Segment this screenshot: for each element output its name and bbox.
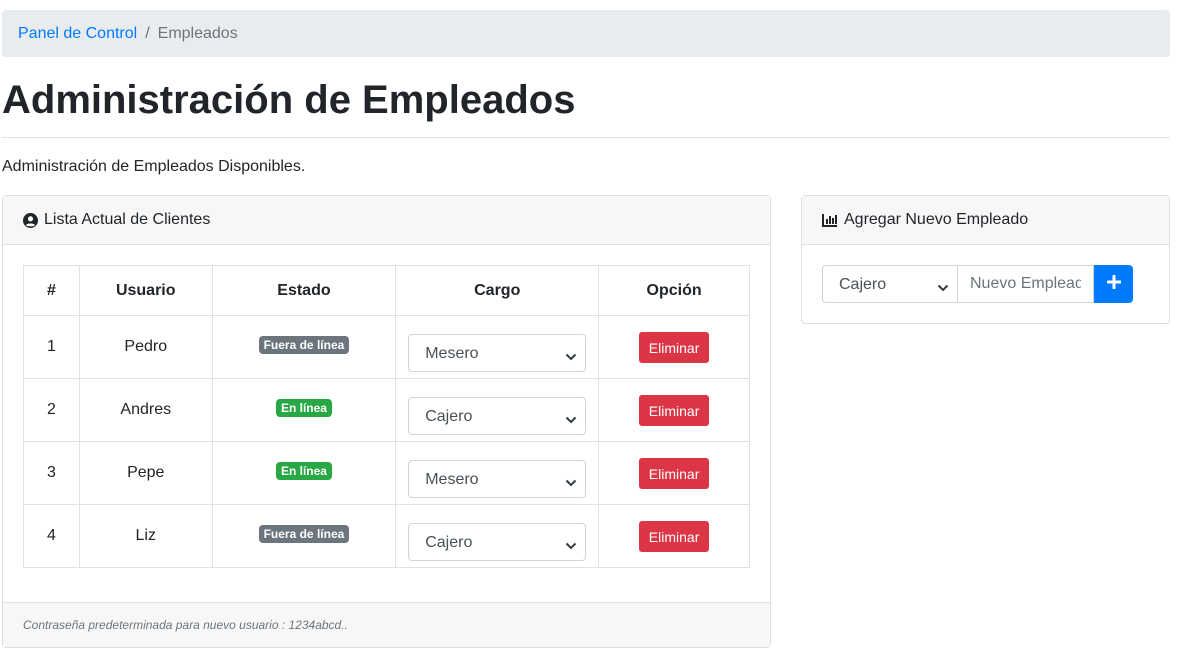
status-badge: Fuera de línea [258,525,350,543]
add-employee-card-header: Agregar Nuevo Empleado [802,196,1169,245]
page-subtitle: Administración de Empleados Disponibles. [2,158,306,175]
row-user: Liz [78,504,213,568]
status-badge: En línea [275,399,332,417]
column-header-role: Cargo [395,265,600,316]
column-header-status: Estado [211,265,397,316]
delete-button[interactable]: Eliminar [638,457,710,489]
row-number: 3 [23,441,80,505]
row-number: 4 [23,504,80,568]
table-row: 2 Andres En línea Cajero Eliminar [23,378,750,442]
role-select[interactable]: Mesero [408,460,587,498]
chevron-down-icon [937,280,949,298]
role-select-value: Cajero [425,534,473,551]
chevron-down-icon [565,475,577,493]
employees-table: # Usuario Estado Cargo Opción 1 Pedro Fu… [23,265,750,568]
breadcrumb-home-link[interactable]: Panel de Control [18,25,137,43]
new-role-select[interactable]: Cajero [822,265,958,303]
row-number: 2 [23,378,80,442]
role-select-value: Cajero [425,408,473,425]
chevron-down-icon [565,412,577,430]
row-user: Pedro [78,315,213,379]
role-select[interactable]: Cajero [408,397,587,435]
add-employee-form: Cajero [822,265,1133,303]
delete-button[interactable]: Eliminar [638,331,710,363]
chevron-down-icon [565,538,577,556]
chevron-down-icon [565,349,577,367]
row-number: 1 [23,315,80,379]
role-select-value: Mesero [425,471,479,488]
table-header-row: # Usuario Estado Cargo Opción [23,265,750,316]
row-user: Andres [78,378,213,442]
employees-card: Lista Actual de Clientes # Usuario Estad… [2,195,771,648]
status-badge: En línea [275,462,332,480]
title-divider [2,137,1170,138]
employees-card-header: Lista Actual de Clientes [3,196,770,245]
breadcrumb: Panel de Control / Empleados [2,10,1170,57]
table-row: 3 Pepe En línea Mesero Eliminar [23,441,750,505]
add-employee-card: Agregar Nuevo Empleado Cajero [801,195,1170,324]
column-header-user: Usuario [78,265,213,316]
delete-button[interactable]: Eliminar [638,520,710,552]
add-employee-card-title: Agregar Nuevo Empleado [844,211,1029,228]
page-title: Administración de Empleados [2,78,576,122]
table-row: 4 Liz Fuera de línea Cajero Eliminar [23,504,750,568]
breadcrumb-current: Empleados [157,24,238,42]
role-select[interactable]: Mesero [408,334,587,372]
table-row: 1 Pedro Fuera de línea Mesero Eliminar [23,315,750,379]
breadcrumb-separator: / [145,24,150,42]
role-select[interactable]: Cajero [408,523,587,561]
column-header-number: # [23,265,80,316]
bar-chart-icon [822,213,838,227]
new-employee-input[interactable] [958,265,1094,303]
new-role-select-value: Cajero [839,276,887,293]
row-user: Pepe [78,441,213,505]
status-badge: Fuera de línea [258,336,350,354]
employees-card-title: Lista Actual de Clientes [44,211,211,228]
user-circle-icon [23,212,38,228]
role-select-value: Mesero [425,345,479,362]
plus-icon [1106,274,1121,294]
delete-button[interactable]: Eliminar [638,394,710,426]
add-employee-button[interactable] [1094,265,1133,303]
employees-card-footer: Contraseña predeterminada para nuevo usu… [3,602,770,647]
column-header-option: Opción [598,265,750,316]
